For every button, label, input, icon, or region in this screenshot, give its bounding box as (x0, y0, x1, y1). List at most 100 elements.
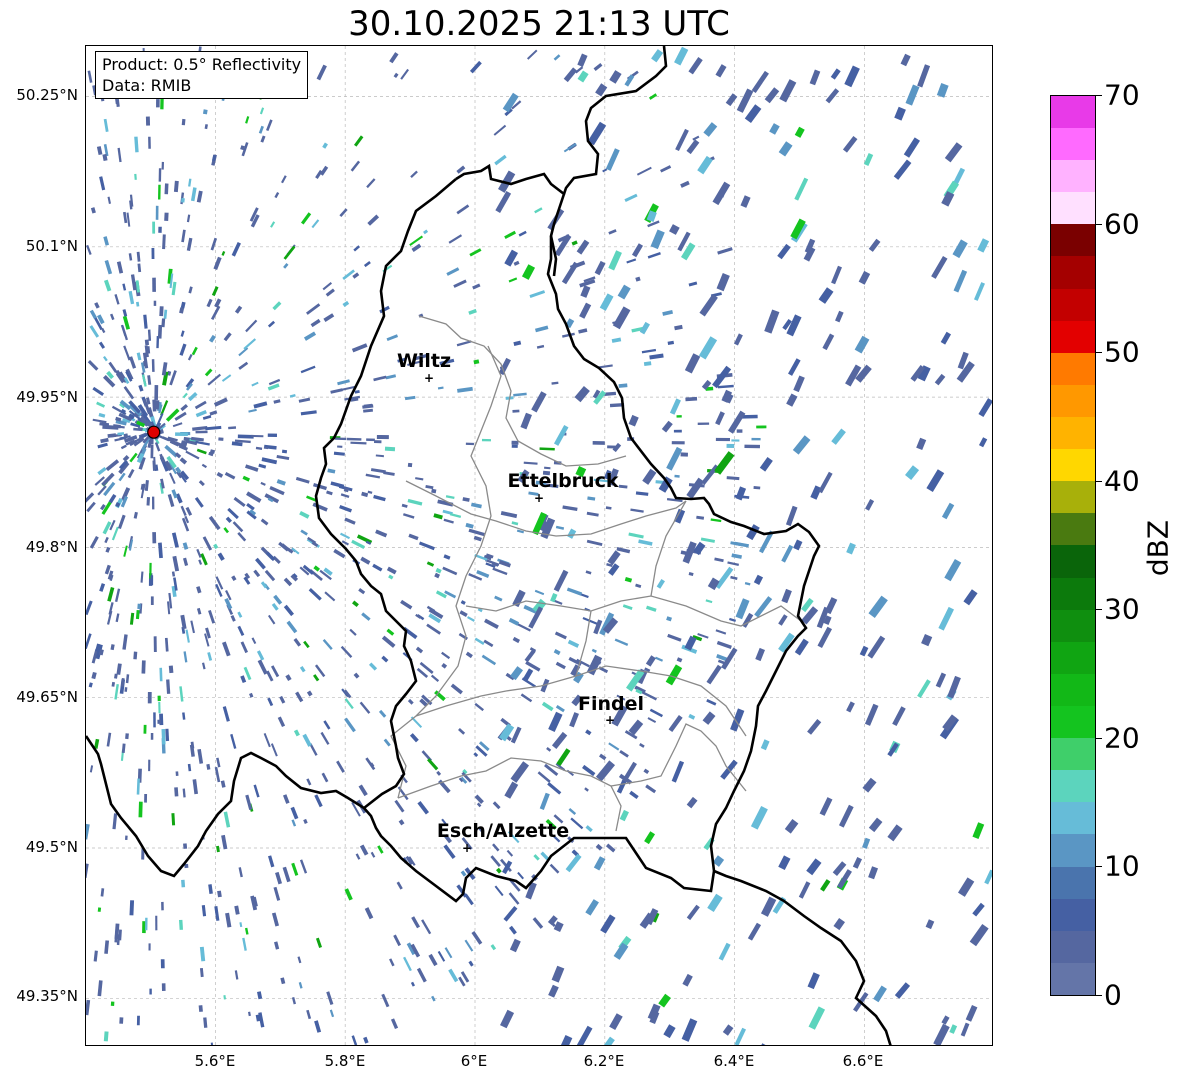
echo-cell (153, 636, 157, 653)
echo-cell (267, 614, 276, 625)
echo-cell (442, 566, 458, 576)
radar-map[interactable] (85, 45, 993, 1046)
echo-cell (977, 238, 990, 253)
echo-cell (267, 433, 277, 437)
echo-cell (202, 415, 212, 420)
echo-cell (297, 956, 302, 964)
echo-cell (196, 548, 202, 558)
echo-cell (122, 634, 128, 650)
echo-cell (692, 135, 700, 141)
echo-cell (138, 801, 143, 818)
echo-cell (158, 168, 162, 182)
echo-cell (133, 511, 138, 519)
echo-cell (203, 1017, 208, 1028)
echo-cell (666, 446, 683, 471)
echo-cell (553, 649, 561, 656)
echo-cell (208, 610, 216, 624)
echo-cell (199, 967, 204, 978)
echo-cell (364, 907, 374, 920)
echo-cell (342, 300, 350, 307)
echo-cell (865, 499, 875, 511)
echo-cell (433, 513, 443, 520)
echo-cell (468, 528, 485, 537)
echo-cell (196, 190, 203, 203)
echo-cell (401, 503, 408, 508)
echo-cell (153, 712, 156, 728)
echo-cell (89, 765, 94, 773)
echo-cell (100, 888, 105, 897)
echo-cell (196, 586, 202, 594)
echo-cell (143, 314, 148, 329)
echo-cell (712, 181, 731, 206)
echo-cell (242, 475, 251, 482)
echo-cell (352, 272, 360, 279)
echo-cell (407, 698, 414, 705)
echo-cell (744, 104, 762, 124)
echo-cell (86, 244, 92, 255)
echo-cell (383, 738, 391, 747)
echo-cell (417, 800, 430, 815)
echo-cell (221, 374, 232, 382)
echo-cell (751, 437, 761, 441)
echo-cell (894, 106, 906, 121)
echo-cell (807, 719, 822, 735)
colorbar-segment (1051, 898, 1095, 931)
echo-cell (794, 638, 809, 656)
echo-cell (810, 485, 822, 500)
echo-cell (265, 551, 276, 562)
echo-cell (654, 656, 663, 662)
echo-cell (729, 617, 736, 622)
echo-cell (376, 434, 389, 440)
echo-cell (270, 743, 278, 757)
echo-cell (846, 542, 856, 555)
echo-cell (128, 253, 133, 261)
echo-cell (508, 277, 518, 283)
belgium-border (314, 178, 457, 810)
echo-cell (183, 843, 188, 849)
echo-cell (295, 691, 304, 703)
echo-cell (818, 471, 833, 494)
echo-cell (608, 742, 620, 751)
echo-cell (900, 53, 911, 67)
echo-cell (824, 597, 838, 615)
echo-cell (192, 426, 208, 431)
echo-cell (182, 788, 186, 798)
echo-cell (450, 683, 463, 695)
echo-cell (576, 1025, 593, 1045)
graticule (86, 46, 992, 1045)
colorbar-tick (1096, 609, 1102, 610)
echo-cell (145, 917, 148, 931)
echo-cell (697, 155, 713, 175)
radar-site-layer (147, 425, 161, 439)
echo-cell (522, 668, 534, 682)
echo-cell (273, 399, 281, 404)
colorbar-segment (1051, 673, 1095, 707)
echo-cell (99, 176, 106, 191)
echo-cell (669, 398, 681, 415)
echo-cell (381, 993, 390, 1008)
product-info-box: Product: 0.5° Reflectivity Data: RMIB (95, 51, 309, 99)
echo-cell (172, 555, 180, 572)
echo-cell (753, 486, 761, 490)
echo-cell (255, 446, 263, 450)
echo-cell (220, 780, 226, 788)
echo-cell (696, 515, 705, 520)
echo-cell (246, 491, 262, 503)
echo-cell (441, 651, 451, 660)
echo-cell (180, 197, 185, 203)
echo-cell (202, 536, 213, 551)
echo-cell (587, 496, 596, 501)
colorbar-segment (1051, 449, 1095, 482)
echo-cell (608, 229, 617, 235)
echo-cell (350, 160, 361, 172)
echo-cell (104, 536, 109, 544)
echo-cell (237, 625, 245, 637)
echo-cell (666, 616, 672, 622)
echo-cell (556, 748, 571, 767)
echo-cell (509, 925, 517, 935)
echo-cell (643, 361, 652, 367)
echo-cell (300, 410, 317, 416)
echo-cell (553, 54, 561, 61)
colorbar-segment (1051, 609, 1095, 642)
echo-cell (198, 480, 205, 487)
